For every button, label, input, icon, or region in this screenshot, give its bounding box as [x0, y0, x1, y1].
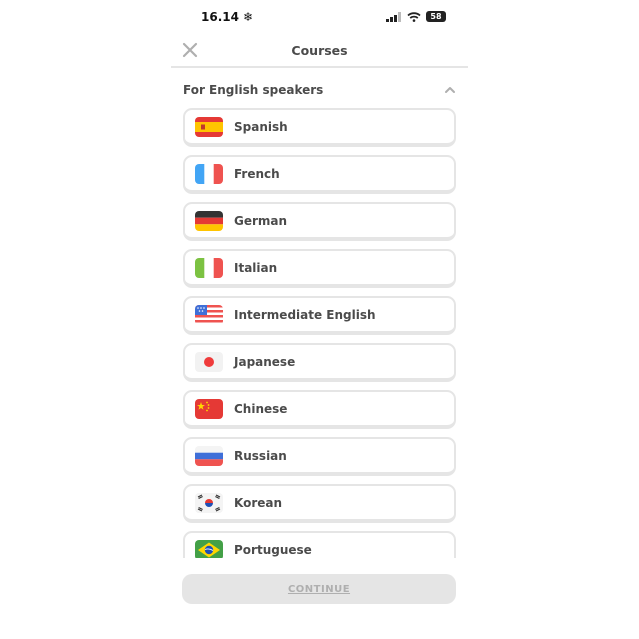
- italy-flag-icon: [195, 257, 223, 278]
- course-label: Korean: [234, 495, 283, 510]
- course-label: Intermediate English: [234, 307, 376, 322]
- germany-flag-icon: [195, 210, 223, 231]
- course-item-portuguese[interactable]: Portuguese: [183, 531, 456, 558]
- course-item-spanish[interactable]: Spanish: [183, 108, 456, 147]
- france-flag-icon: [195, 163, 223, 184]
- status-time: 16.14 ❄: [201, 10, 254, 24]
- china-flag-icon: [195, 398, 223, 419]
- course-item-korean[interactable]: Korean: [183, 484, 456, 523]
- header: Courses: [171, 34, 468, 68]
- course-item-french[interactable]: French: [183, 155, 456, 194]
- course-label: Japanese: [234, 354, 296, 369]
- status-bar: 16.14 ❄ 58: [171, 0, 468, 34]
- cellular-signal-icon: [386, 11, 401, 22]
- brazil-flag-icon: [195, 539, 223, 558]
- course-label: Italian: [234, 260, 278, 275]
- course-label: Spanish: [234, 119, 288, 134]
- page-title: Courses: [291, 43, 348, 58]
- bottom-bar: CONTINUE: [171, 560, 468, 639]
- course-item-japanese[interactable]: Japanese: [183, 343, 456, 382]
- course-label: Russian: [234, 448, 287, 463]
- status-icons: 58: [386, 11, 446, 22]
- course-item-intermediate-english[interactable]: Intermediate English: [183, 296, 456, 335]
- section-title: For English speakers: [183, 83, 324, 97]
- course-label: French: [234, 166, 280, 181]
- course-item-italian[interactable]: Italian: [183, 249, 456, 288]
- course-label: Portuguese: [234, 542, 312, 557]
- spain-flag-icon: [195, 116, 223, 137]
- battery-icon: 58: [426, 11, 446, 22]
- course-label: German: [234, 213, 288, 228]
- app-screen: 16.14 ❄ 58 Courses For English speakers …: [171, 0, 468, 639]
- chevron-up-icon[interactable]: [444, 86, 456, 94]
- continue-button[interactable]: CONTINUE: [182, 574, 456, 604]
- korea-flag-icon: [195, 492, 223, 513]
- russia-flag-icon: [195, 445, 223, 466]
- course-item-chinese[interactable]: Chinese: [183, 390, 456, 429]
- course-label: Chinese: [234, 401, 288, 416]
- section-header[interactable]: For English speakers: [183, 80, 456, 100]
- course-list: Spanish French German Italian Intermedia…: [183, 108, 456, 558]
- usa-flag-icon: [195, 304, 223, 325]
- course-item-german[interactable]: German: [183, 202, 456, 241]
- course-item-russian[interactable]: Russian: [183, 437, 456, 476]
- wifi-icon: [407, 11, 421, 22]
- japan-flag-icon: [195, 351, 223, 372]
